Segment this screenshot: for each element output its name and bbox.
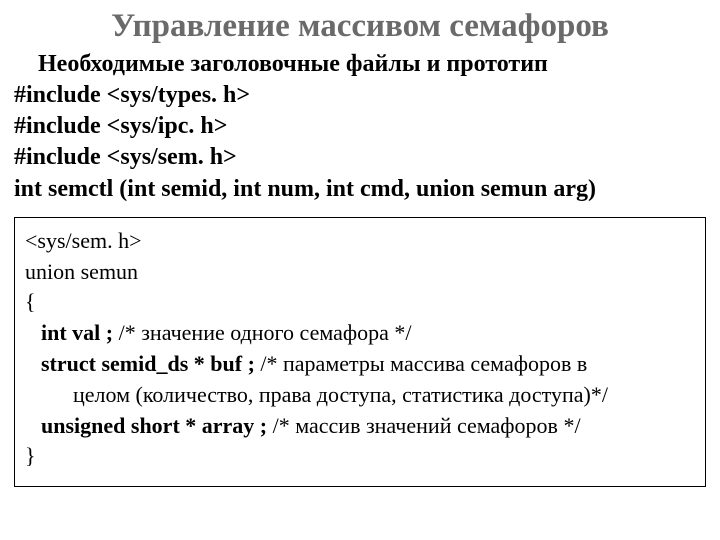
union-val-line: int val ; /* значение одного семафора */ — [25, 318, 695, 349]
include-line-1: #include <sys/types. h> — [14, 80, 706, 111]
slide-title: Управление массивом семафоров — [14, 8, 706, 45]
union-arr-line: unsigned short * array ; /* массив значе… — [25, 411, 695, 442]
subtitle: Необходимые заголовочные файлы и прототи… — [14, 51, 706, 78]
union-buf-decl: struct semid_ds * buf ; — [41, 351, 255, 376]
prototype-line: int semctl (int semid, int num, int cmd,… — [14, 174, 706, 205]
union-buf-comment2: целом (количество, права доступа, статис… — [25, 380, 695, 411]
union-val-comment: /* значение одного семафора */ — [113, 320, 411, 345]
union-arr-decl: unsigned short * array ; — [41, 413, 267, 438]
union-definition-box: <sys/sem. h> union semun { int val ; /* … — [14, 217, 706, 487]
brace-close: } — [25, 441, 695, 472]
union-header: <sys/sem. h> — [25, 226, 695, 257]
include-line-2: #include <sys/ipc. h> — [14, 111, 706, 142]
union-val-decl: int val ; — [41, 320, 113, 345]
brace-open: { — [25, 287, 695, 318]
union-decl: union semun — [25, 257, 695, 288]
union-buf-line1: struct semid_ds * buf ; /* параметры мас… — [25, 349, 695, 380]
include-line-3: #include <sys/sem. h> — [14, 142, 706, 173]
union-buf-comment1: /* параметры массива семафоров в — [255, 351, 587, 376]
union-arr-comment: /* массив значений семафоров */ — [267, 413, 580, 438]
